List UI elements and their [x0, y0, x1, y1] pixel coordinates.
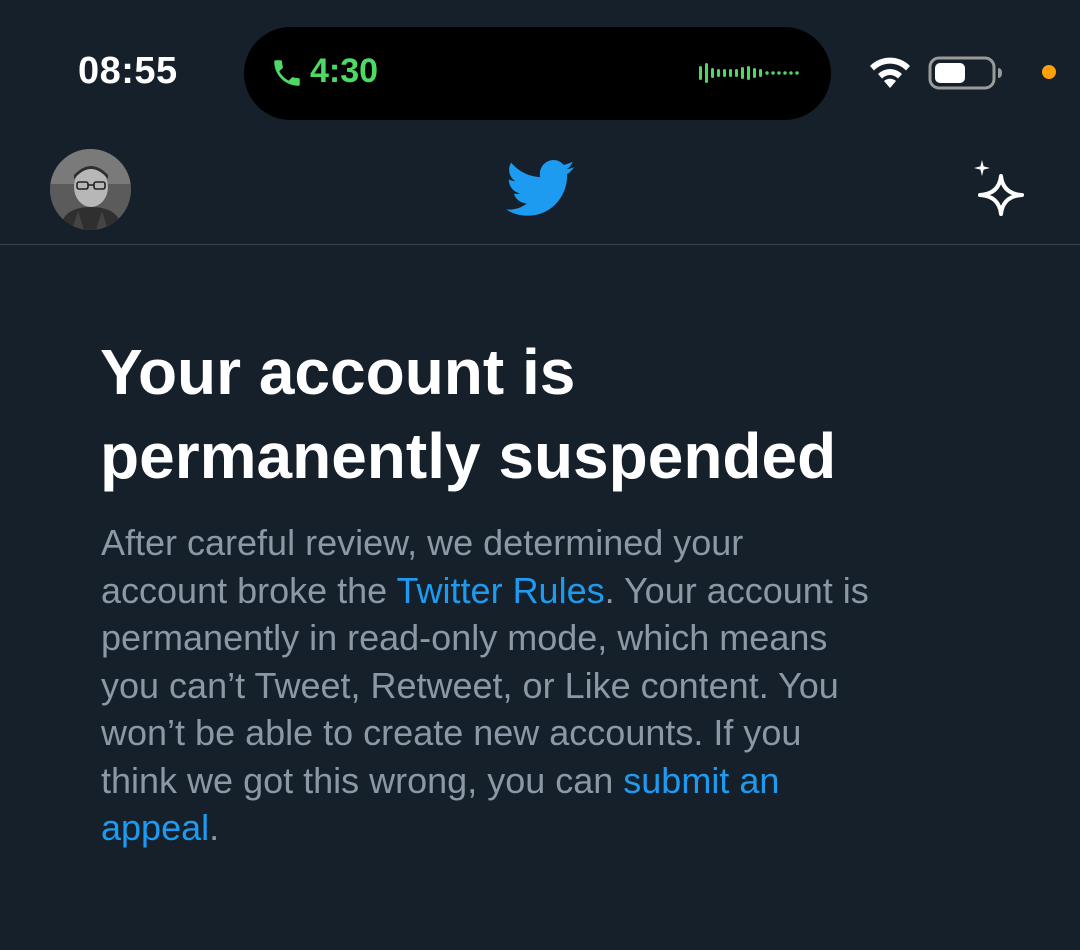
message-line-4: you can’t Tweet, Retweet, or Like conten…	[101, 664, 839, 706]
status-time: 08:55	[78, 50, 178, 92]
suspended-account-screen: 08:55 4:30 Your account is permanently s…	[0, 0, 1080, 950]
sparkle-icon[interactable]	[970, 158, 1030, 218]
avatar[interactable]	[50, 149, 131, 230]
message-line-7: appeal.	[101, 804, 1001, 852]
battery-icon	[928, 56, 1002, 90]
submit-appeal-link[interactable]: appeal	[101, 807, 209, 848]
message-line-5: won’t be able to create new accounts. If…	[101, 712, 802, 753]
message-line-1: After careful review, we determined your	[101, 522, 744, 563]
message-line-2: account broke the Twitter Rules. Your ac…	[101, 567, 1001, 615]
avatar-image	[50, 149, 131, 230]
header-divider	[0, 244, 1080, 245]
twitter-rules-link[interactable]: Twitter Rules	[397, 570, 605, 611]
phone-icon	[274, 60, 300, 86]
message-line-3: permanently in read-only mode, which mea…	[101, 617, 828, 658]
message-text: . Your account is	[604, 569, 869, 611]
call-timer: 4:30	[310, 52, 379, 90]
wifi-icon	[870, 57, 910, 88]
message-text: think we got this wrong, you can	[101, 759, 624, 801]
message-text: .	[209, 807, 220, 848]
message-line-6: think we got this wrong, you can submit …	[101, 757, 1001, 805]
waveform-icon	[699, 63, 799, 83]
suspension-message: After careful review, we determined your…	[101, 519, 1001, 852]
title-line-1: Your account is	[100, 336, 576, 408]
page-title: Your account is permanently suspended	[100, 330, 1000, 498]
submit-appeal-link[interactable]: submit an	[623, 760, 779, 801]
twitter-bird-icon[interactable]	[506, 160, 576, 218]
privacy-indicator-dot	[1042, 65, 1056, 79]
title-line-2: permanently suspended	[100, 420, 837, 492]
message-text: account broke the	[101, 569, 397, 611]
